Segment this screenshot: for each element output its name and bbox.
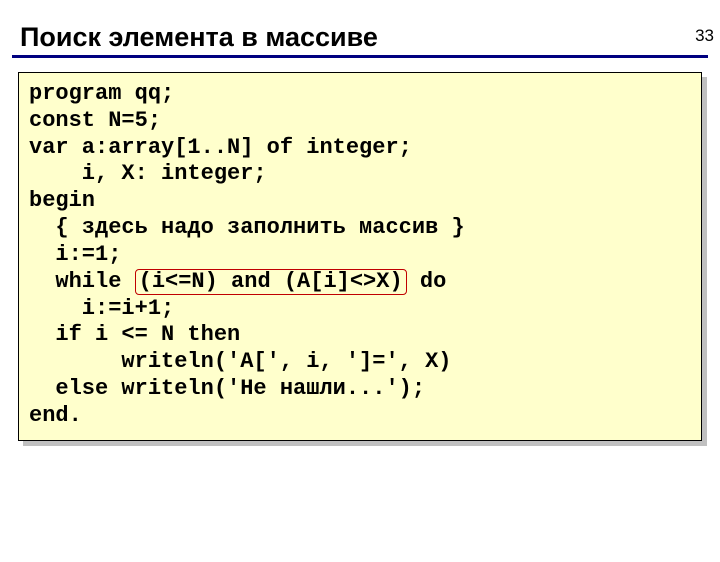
code-line: var a:array[1..N] of integer; [29, 135, 412, 160]
code-line: const N=5; [29, 108, 161, 133]
code-line: writeln('A[', i, ']=', X) [29, 349, 451, 374]
code-line: program qq; [29, 81, 174, 106]
page-number: 33 [695, 26, 714, 46]
code-line: else writeln('Не нашли...'); [29, 376, 425, 401]
code-line: if i <= N then [29, 322, 240, 347]
code-block: program qq; const N=5; var a:array[1..N]… [18, 72, 702, 441]
title-underline [12, 55, 708, 58]
code-line: i:=i+1; [29, 296, 174, 321]
code-line: { здесь надо заполнить массив } [29, 215, 465, 240]
code-content: program qq; const N=5; var a:array[1..N]… [29, 81, 691, 430]
code-line-part: do [407, 269, 447, 294]
code-line: end. [29, 403, 82, 428]
code-line: i, X: integer; [29, 161, 267, 186]
page-title: Поиск элемента в массиве [20, 22, 720, 53]
code-line: begin [29, 188, 95, 213]
code-box: program qq; const N=5; var a:array[1..N]… [18, 72, 702, 441]
highlighted-condition: (i<=N) and (A[i]<>X) [135, 269, 407, 295]
code-line: i:=1; [29, 242, 121, 267]
code-line-part: while [29, 269, 135, 294]
